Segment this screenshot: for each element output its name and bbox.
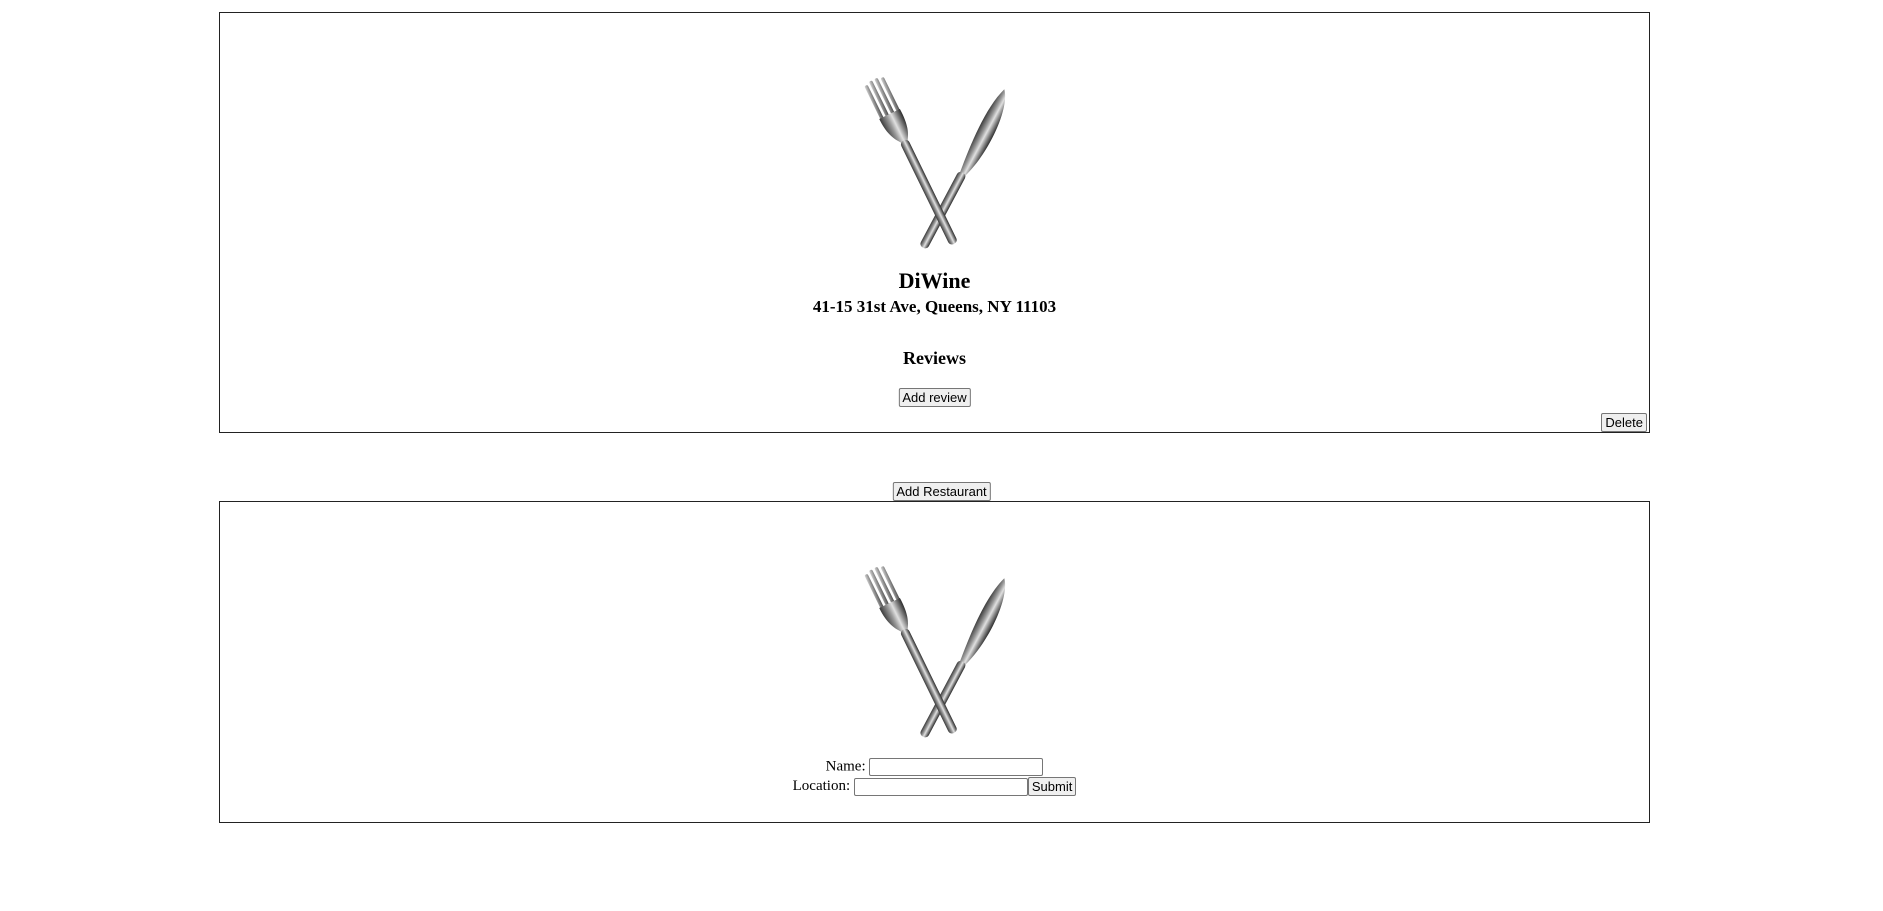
location-label: Location: [792, 778, 851, 794]
fork-knife-icon [855, 70, 1015, 255]
restaurant-name: DiWine [898, 268, 971, 293]
new-restaurant-form: Name: Location: Submit [219, 501, 1650, 823]
location-input[interactable] [853, 777, 1028, 796]
name-input[interactable] [869, 758, 1044, 776]
add-review-button[interactable]: Add review [898, 388, 971, 407]
location-row: Location: Submit [220, 777, 1649, 796]
restaurant-card: DiWine 41-15 31st Ave, Queens, NY 11103 … [219, 12, 1650, 433]
restaurant-address: 41-15 31st Ave, Queens, NY 11103 [812, 297, 1057, 316]
submit-button[interactable]: Submit [1027, 777, 1077, 796]
name-row: Name: [220, 758, 1649, 776]
add-restaurant-button[interactable]: Add Restaurant [892, 482, 991, 501]
delete-button[interactable]: Delete [1601, 413, 1647, 432]
fork-knife-icon [855, 559, 1015, 744]
reviews-heading: Reviews [903, 348, 966, 368]
name-label: Name: [825, 758, 866, 775]
